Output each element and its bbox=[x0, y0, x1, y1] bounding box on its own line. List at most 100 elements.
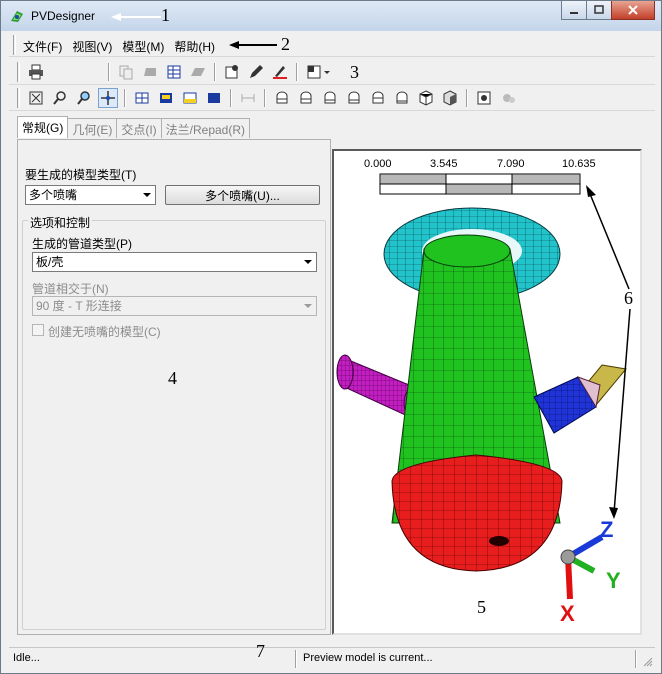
zoom-extents-button[interactable] bbox=[26, 88, 46, 108]
render-shaded-icon bbox=[160, 92, 172, 103]
minimize-icon bbox=[570, 12, 578, 14]
intersect-value: 90 度 - T 形连接 bbox=[36, 299, 122, 313]
scale-tick-1: 3.545 bbox=[430, 158, 458, 170]
multiple-nozzles-button[interactable]: 多个喷嘴(U)... bbox=[165, 185, 320, 205]
tab-general[interactable]: 常规(G) bbox=[17, 116, 69, 138]
maximize-button[interactable] bbox=[586, 1, 612, 20]
intersect-select[interactable]: 90 度 - T 形连接 bbox=[32, 296, 317, 316]
pan-button[interactable] bbox=[98, 87, 118, 108]
dimension-icon bbox=[241, 93, 255, 102]
vessel-bottom-head bbox=[391, 454, 563, 572]
menu-items: 文件(F) 视图(V) 模型(M) 帮助(H) bbox=[23, 38, 215, 55]
intersect-label: 管道相交于(N) bbox=[32, 282, 109, 296]
fit-button[interactable] bbox=[474, 88, 494, 108]
render-solid-button[interactable] bbox=[204, 88, 224, 108]
shape-button[interactable] bbox=[140, 62, 160, 82]
view-right-button[interactable] bbox=[344, 88, 364, 108]
tab-flange-repad[interactable]: 法兰/Repad(R) bbox=[160, 118, 251, 138]
chevron-down-icon bbox=[304, 260, 312, 264]
view-iso2-button[interactable] bbox=[440, 88, 460, 108]
render-wire-icon bbox=[135, 92, 149, 103]
shape-icon bbox=[144, 67, 156, 76]
callout-7: 7 bbox=[256, 641, 265, 661]
plate-button[interactable] bbox=[188, 62, 208, 82]
render-shaded-button[interactable] bbox=[156, 88, 176, 108]
plate-icon bbox=[191, 67, 205, 76]
view-right-icon bbox=[348, 91, 360, 103]
no-nozzle-checkbox[interactable] bbox=[32, 324, 44, 336]
callout-2: 2 bbox=[281, 34, 290, 54]
model-type-select[interactable]: 多个喷嘴 bbox=[25, 185, 156, 205]
properties-button[interactable] bbox=[222, 62, 242, 82]
callout-5: 5 bbox=[477, 597, 486, 617]
zoom-dynamic-button[interactable] bbox=[74, 88, 94, 108]
table-button[interactable] bbox=[164, 62, 184, 82]
dimension-button[interactable] bbox=[238, 88, 258, 108]
menu-grip[interactable] bbox=[13, 35, 16, 55]
vessel-top bbox=[423, 234, 511, 268]
close-button[interactable] bbox=[611, 1, 655, 20]
model-type-label: 要生成的模型类型(T) bbox=[25, 168, 137, 182]
options-group-label: 选项和控制 bbox=[28, 214, 93, 231]
toolbar-separator bbox=[264, 88, 266, 107]
render-wire-button[interactable] bbox=[132, 88, 152, 108]
view-dropdown-button[interactable] bbox=[304, 62, 334, 82]
menu-file[interactable]: 文件(F) bbox=[23, 38, 62, 55]
toolbar-grip[interactable] bbox=[17, 61, 20, 82]
cube-shaded-icon bbox=[443, 89, 457, 106]
view-front-button[interactable] bbox=[272, 88, 292, 108]
model-type-value: 多个喷嘴 bbox=[29, 188, 78, 202]
view-front-icon bbox=[276, 91, 288, 103]
resize-grip-icon[interactable] bbox=[643, 657, 653, 667]
menu-model[interactable]: 模型(M) bbox=[122, 38, 164, 55]
view-top-button[interactable] bbox=[368, 88, 388, 108]
model-preview[interactable]: 0.000 3.545 7.090 10.635 Z Y X 6 5 bbox=[332, 149, 642, 635]
tab-geometry[interactable]: 几何(E) bbox=[67, 118, 118, 138]
toolbar-separator bbox=[296, 62, 298, 81]
callout-4: 4 bbox=[168, 368, 177, 388]
menu-bar: 文件(F) 视图(V) 模型(M) 帮助(H) bbox=[9, 33, 655, 57]
no-nozzle-label: 创建无喷嘴的模型(C) bbox=[48, 325, 161, 339]
zoom-window-button[interactable] bbox=[50, 88, 70, 108]
minimize-button[interactable] bbox=[561, 1, 587, 20]
toolbar-view bbox=[9, 85, 655, 111]
callout-1-arrow bbox=[111, 13, 161, 21]
menu-help[interactable]: 帮助(H) bbox=[174, 38, 215, 55]
general-panel: 要生成的模型类型(T) 多个喷嘴 多个喷嘴(U)... 选项和控制 生成的管道类… bbox=[17, 139, 331, 635]
axis-y-label: Y bbox=[606, 568, 621, 593]
nozzle-right bbox=[533, 364, 627, 434]
light-icon bbox=[503, 93, 515, 103]
view-back-icon bbox=[300, 91, 312, 103]
model-preview-canvas: 0.000 3.545 7.090 10.635 Z Y X 6 5 bbox=[336, 158, 633, 626]
pipe-type-select[interactable]: 板/壳 bbox=[32, 252, 317, 272]
light-button[interactable] bbox=[498, 88, 518, 108]
window-view-icon bbox=[307, 65, 330, 78]
view-bottom-button[interactable] bbox=[392, 88, 412, 108]
color-button[interactable] bbox=[270, 62, 290, 82]
pencil-icon bbox=[250, 64, 263, 78]
toolbar-grip[interactable] bbox=[17, 87, 20, 108]
view-left-button[interactable] bbox=[320, 88, 340, 108]
view-iso-button[interactable] bbox=[416, 88, 436, 108]
fit-icon bbox=[477, 91, 491, 104]
copy-button[interactable] bbox=[116, 62, 136, 82]
maximize-icon bbox=[594, 5, 604, 14]
zoom-dynamic-icon bbox=[77, 90, 90, 105]
toolbar-separator bbox=[466, 88, 468, 107]
edit-button[interactable] bbox=[246, 62, 266, 82]
view-top-icon bbox=[372, 91, 384, 103]
title-bar[interactable]: PVDesigner bbox=[1, 1, 661, 31]
render-hidden-button[interactable] bbox=[180, 88, 200, 108]
scale-tick-0: 0.000 bbox=[364, 158, 392, 170]
view-back-button[interactable] bbox=[296, 88, 316, 108]
tab-strip: 常规(G) 几何(E) 交点(I) 法兰/Repad(R) bbox=[17, 116, 251, 138]
table-icon bbox=[167, 65, 181, 78]
callout-2-arrow bbox=[229, 41, 277, 49]
callout-1: 1 bbox=[161, 5, 170, 25]
scale-bar: 0.000 3.545 7.090 10.635 bbox=[364, 158, 596, 195]
callout-3: 3 bbox=[350, 62, 359, 82]
tab-intersection[interactable]: 交点(I) bbox=[116, 118, 162, 138]
print-button[interactable] bbox=[26, 62, 46, 82]
scale-tick-3: 10.635 bbox=[562, 158, 596, 170]
menu-view[interactable]: 视图(V) bbox=[72, 38, 112, 55]
